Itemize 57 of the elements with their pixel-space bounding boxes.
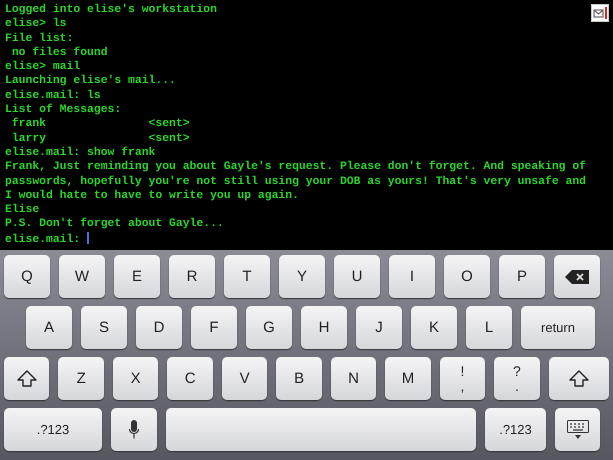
mic-key[interactable] bbox=[111, 408, 157, 451]
terminal-line: no files found bbox=[10, 46, 108, 60]
terminal-line: File list: bbox=[5, 32, 74, 46]
letter-key[interactable]: E bbox=[114, 255, 160, 298]
keyboard-icon bbox=[566, 420, 588, 440]
terminal-line: elise.mail: ls bbox=[5, 88, 101, 104]
shift-key[interactable] bbox=[4, 357, 50, 400]
letter-key[interactable]: W bbox=[59, 255, 105, 298]
terminal-line: P.S. Don't forget about Gayle... bbox=[5, 217, 224, 232]
letter-key[interactable]: M bbox=[385, 357, 431, 400]
letter-key[interactable]: N bbox=[330, 357, 376, 400]
return-key[interactable]: return bbox=[521, 306, 595, 349]
letter-key[interactable]: F bbox=[191, 306, 237, 349]
microphone-icon bbox=[129, 420, 139, 440]
letter-key[interactable]: S bbox=[81, 306, 127, 349]
hide-key[interactable] bbox=[555, 408, 600, 451]
letter-key[interactable]: O bbox=[444, 255, 490, 298]
letter-key[interactable]: H bbox=[301, 306, 347, 349]
letter-key[interactable]: A bbox=[26, 306, 72, 349]
letter-key[interactable]: V bbox=[222, 357, 268, 400]
letter-key[interactable]: B bbox=[276, 357, 322, 400]
letter-key[interactable]: Z bbox=[58, 357, 104, 400]
letter-key[interactable]: C bbox=[167, 357, 213, 400]
terminal-line: List of Messages: bbox=[5, 103, 122, 118]
shift-icon bbox=[568, 370, 589, 388]
punctuation-key[interactable]: ? . bbox=[494, 357, 540, 400]
letter-key[interactable]: L bbox=[466, 306, 512, 349]
letter-key[interactable]: P bbox=[499, 255, 545, 298]
terminal-line: elise> ls bbox=[5, 17, 67, 32]
terminal-line: Frank, Just reminding you about Gayle's request. Please don't forget. And speaking of passwords, hopefully you're not still using your DOB as yours! That's very unsafe and I would hate to have to write you up again. bbox=[5, 160, 588, 204]
numbers-key[interactable]: .?123 bbox=[4, 408, 102, 451]
terminal-line: elise> mail bbox=[5, 60, 80, 74]
letter-key[interactable]: K bbox=[411, 306, 457, 349]
letter-key[interactable]: J bbox=[356, 306, 402, 349]
numbers-key[interactable]: .?123 bbox=[485, 408, 546, 451]
letter-key[interactable]: T bbox=[224, 255, 270, 298]
mail-icon[interactable] bbox=[591, 4, 609, 22]
letter-key[interactable]: Q bbox=[4, 255, 50, 298]
terminal-line: frank <sent> bbox=[10, 117, 190, 132]
terminal-line: Launching elise's mail... bbox=[5, 74, 176, 89]
terminal-line: elise.mail: show frank bbox=[5, 146, 156, 160]
letter-key[interactable]: R bbox=[169, 255, 215, 298]
backspace-key[interactable] bbox=[554, 255, 600, 298]
terminal-line: larry <sent> bbox=[10, 132, 190, 146]
letter-key[interactable]: I bbox=[389, 255, 435, 298]
shift-key[interactable] bbox=[548, 357, 609, 400]
terminal-line: Logged into elise's workstation bbox=[5, 3, 217, 18]
terminal-line: elise.mail: bbox=[5, 232, 90, 248]
letter-key[interactable]: U bbox=[334, 255, 380, 298]
punctuation-key[interactable]: ! , bbox=[440, 357, 486, 400]
letter-key[interactable]: D bbox=[136, 306, 182, 349]
shift-icon bbox=[16, 370, 37, 388]
letter-key[interactable]: X bbox=[112, 357, 158, 400]
letter-key[interactable]: Y bbox=[279, 255, 325, 298]
letter-key[interactable]: G bbox=[246, 306, 292, 349]
backspace-icon bbox=[565, 270, 589, 284]
terminal-line: Elise bbox=[5, 203, 40, 218]
